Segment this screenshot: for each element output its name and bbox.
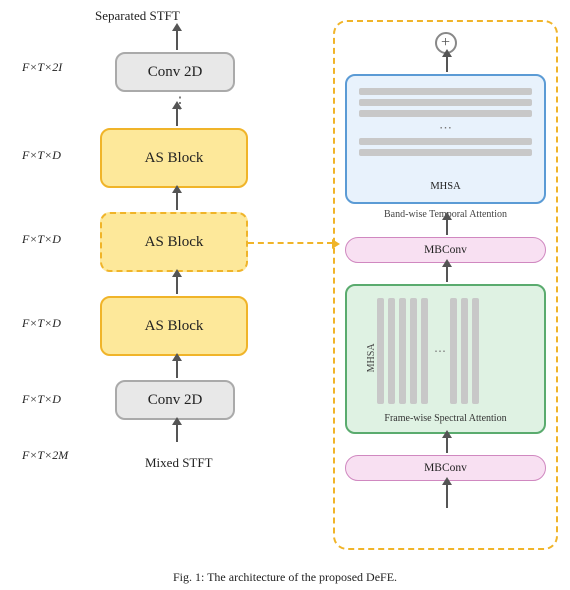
fsa-box: ⋯ MHSA Frame-wise Spectral Attention	[345, 284, 546, 434]
asblock2-dim-label: F×T×D	[22, 232, 61, 247]
arrow-mbconv-fsa	[446, 437, 448, 453]
diagram: Separated STFT Conv 2D F×T×2I ⋮ AS Block…	[0, 0, 570, 590]
bta-box: ⋯ MHSA Band-wise Temporal Attention	[345, 74, 546, 204]
mhsa-top-label: MHSA	[347, 181, 544, 192]
arrow-as3-conv2	[176, 360, 178, 378]
conv2d-bot-box: Conv 2D	[115, 380, 235, 420]
arrow-mbconv-bta	[446, 219, 448, 235]
asblock3-dim-label: F×T×D	[22, 316, 61, 331]
dashed-arrow-to-right	[248, 242, 333, 244]
arrow-as2-as3	[176, 276, 178, 294]
asblock1-box: AS Block	[100, 128, 248, 188]
asblock3-box: AS Block	[100, 296, 248, 356]
arrow-to-stft	[176, 30, 178, 50]
asblock1-dim-label: F×T×D	[22, 148, 61, 163]
fsa-label: Frame-wise Spectral Attention	[347, 413, 544, 424]
arrow-bta-plus	[446, 56, 448, 72]
arrow-as1-as2	[176, 192, 178, 210]
asblock2-box: AS Block	[100, 212, 248, 272]
arrow-conv-as1	[176, 108, 178, 126]
mhsa-left-label: MHSA	[366, 343, 377, 372]
conv2d-top-box: Conv 2D	[115, 52, 235, 92]
right-col-container: + ⋯ MHSA Band-wise Temporal Attention MB…	[333, 20, 558, 550]
figure-caption: Fig. 1: The architecture of the proposed…	[0, 570, 570, 585]
arrow-fsa-mbconv	[446, 266, 448, 282]
arrow-mixed-conv	[176, 424, 178, 442]
mixed-stft-label: Mixed STFT	[145, 455, 213, 471]
separated-stft-label: Separated STFT	[95, 8, 180, 24]
conv2d-bot-dim-label: F×T×D	[22, 392, 61, 407]
conv2d-top-dim-label: F×T×2I	[22, 60, 62, 75]
arrow-bot-mbconv	[446, 484, 448, 508]
mixed-stft-dim-label: F×T×2M	[22, 448, 68, 463]
